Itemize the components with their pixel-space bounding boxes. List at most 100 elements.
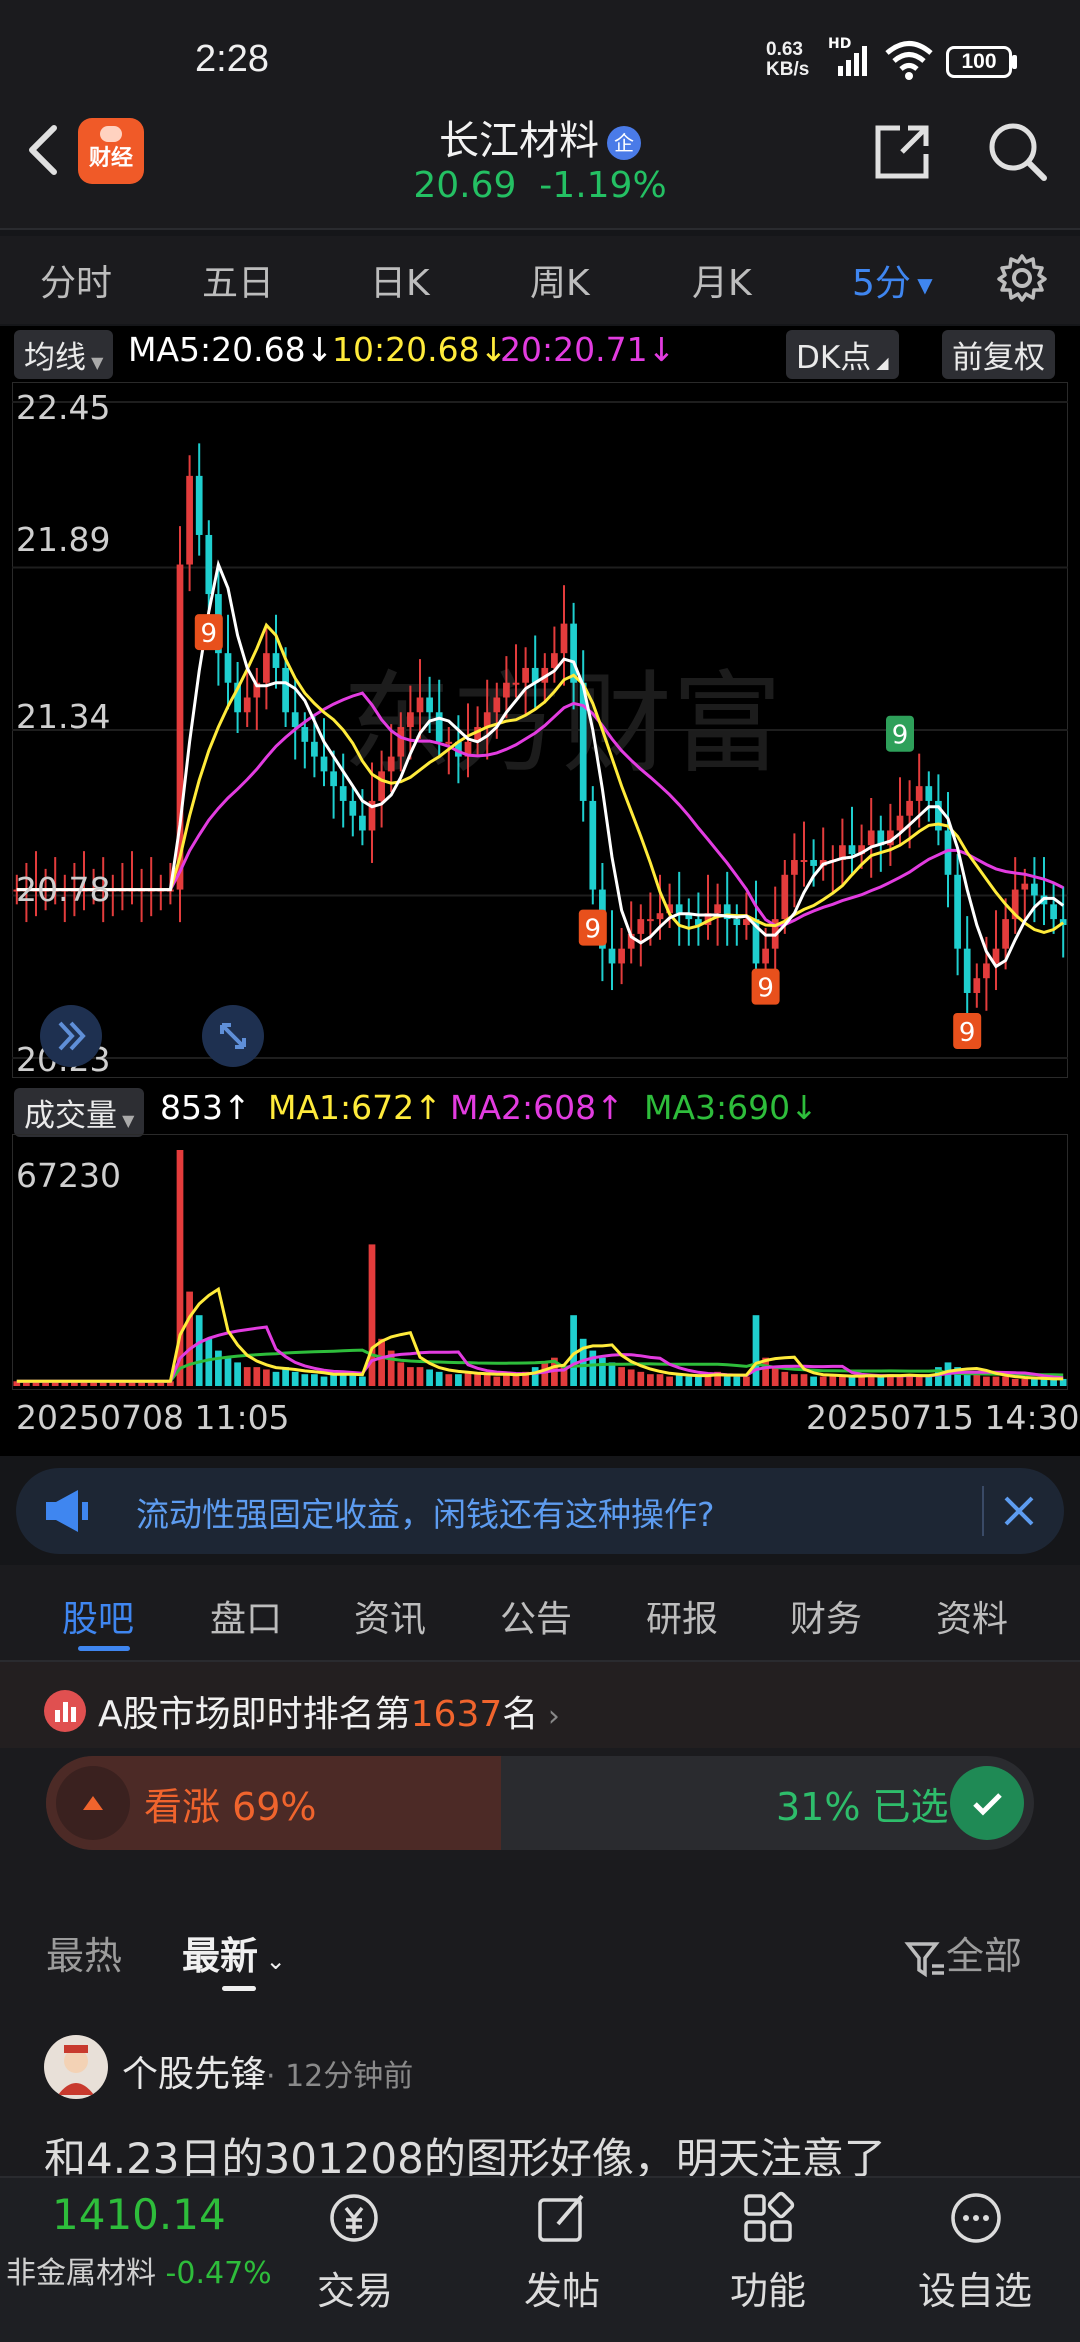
volume-bar: [397, 1362, 405, 1386]
candle-body: [359, 815, 366, 831]
volume-bar: [570, 1315, 577, 1386]
post-label[interactable]: 发帖: [487, 2260, 637, 2315]
volume-bar: [666, 1376, 673, 1386]
add-watchlist-label[interactable]: 设自选: [900, 2260, 1050, 2315]
candle-body: [714, 904, 721, 914]
news-tab-news[interactable]: 资讯: [354, 1590, 426, 1642]
filter-icon: [904, 1941, 944, 1977]
more-icon[interactable]: [948, 2190, 1004, 2246]
candle-body: [589, 800, 597, 890]
vol-ma1-label: MA1:672↑: [268, 1088, 442, 1127]
ranking-text[interactable]: A股市场即时排名第1637名 ›: [98, 1685, 560, 1737]
candle-body: [983, 963, 990, 979]
promo-banner[interactable]: 流动性强固定收益，闲钱还有这种操作?: [16, 1468, 1064, 1554]
scroll-latest-button[interactable]: [40, 1005, 102, 1067]
chart-settings-button[interactable]: [996, 252, 1048, 308]
volume-bar: [819, 1376, 827, 1386]
volume-bar: [877, 1376, 885, 1386]
volume-bar: [752, 1315, 760, 1386]
volume-bar: [1011, 1378, 1019, 1386]
dropdown-caret-icon: ▼: [910, 273, 933, 297]
filter-button[interactable]: 全部: [904, 1925, 1022, 1980]
candle-body: [675, 904, 683, 914]
trade-icon[interactable]: [326, 2190, 382, 2246]
volume-bar: [925, 1376, 933, 1386]
index-value[interactable]: 1410.14: [52, 2190, 226, 2239]
volume-bar: [915, 1376, 923, 1386]
tab-5min[interactable]: 5分 ▼: [852, 254, 933, 306]
post-author[interactable]: 个股先锋· 12分钟前: [122, 2045, 413, 2097]
tab-five-day[interactable]: 五日: [202, 254, 274, 306]
net-speed: 0.63 KB/s: [766, 39, 810, 80]
sort-new[interactable]: 最新 ⌄: [182, 1925, 286, 1980]
candle-body: [1021, 883, 1029, 890]
news-tab-profile[interactable]: 资料: [936, 1590, 1008, 1642]
candle-body: [810, 860, 817, 866]
news-tab-research[interactable]: 研报: [646, 1590, 718, 1642]
ma5-label: MA5:20.68↓: [128, 330, 334, 369]
selected-check-button[interactable]: [950, 1766, 1024, 1840]
candle-body: [291, 712, 299, 728]
volume-toggle[interactable]: 成交量 ▼: [14, 1088, 145, 1137]
search-button[interactable]: [986, 120, 1050, 188]
candle-body: [522, 667, 529, 683]
volume-bar: [455, 1374, 462, 1386]
candle-body: [560, 623, 568, 654]
volume-bar: [320, 1376, 328, 1386]
tab-day-k[interactable]: 日K: [370, 254, 430, 306]
sentiment-vote-bar[interactable]: 看涨 69% 31% 已选: [46, 1756, 1034, 1850]
signal-label: 9: [757, 974, 774, 1004]
apps-icon[interactable]: [740, 2190, 796, 2246]
tab-week-k[interactable]: 周K: [530, 254, 590, 306]
volume-bar: [195, 1315, 203, 1386]
index-info[interactable]: 非金属材料 -0.47%: [6, 2248, 272, 2292]
volume-chart[interactable]: [12, 1134, 1068, 1390]
check-icon: [973, 1793, 1002, 1816]
candle-body: [311, 741, 318, 757]
avatar[interactable]: [44, 2035, 108, 2099]
price-chart[interactable]: 东方财富 99999: [12, 382, 1068, 1078]
ma-toggle[interactable]: 均线 ▼: [14, 330, 114, 379]
candle-body: [925, 786, 933, 801]
volume-bar: [1021, 1378, 1029, 1386]
volume-bar: [503, 1374, 510, 1386]
candle-body: [387, 756, 395, 772]
volume-max-label: 67230: [16, 1156, 121, 1195]
adjust-button[interactable]: 前复权: [942, 330, 1055, 379]
trade-label[interactable]: 交易: [280, 2260, 430, 2315]
bull-button[interactable]: [56, 1766, 130, 1840]
tab-fenshi[interactable]: 分时: [40, 254, 112, 306]
volume-bar: [1002, 1376, 1009, 1386]
news-tab-finance[interactable]: 财务: [790, 1590, 862, 1642]
candle-body: [378, 771, 385, 801]
close-icon[interactable]: [1000, 1492, 1038, 1530]
news-tab-announcement[interactable]: 公告: [500, 1590, 572, 1642]
candle-body: [205, 534, 213, 595]
candle-body: [896, 815, 904, 831]
volume-bar: [253, 1367, 261, 1386]
news-tab-guba[interactable]: 股吧: [62, 1590, 134, 1642]
tab-month-k[interactable]: 月K: [692, 254, 752, 306]
volume-bar: [234, 1362, 241, 1386]
candle-body: [349, 800, 357, 816]
chevron-right-icon: ›: [538, 1699, 560, 1734]
volume-bar: [839, 1376, 846, 1386]
compose-icon[interactable]: [534, 2190, 590, 2246]
volume-bar: [723, 1376, 731, 1386]
volume-bar: [675, 1374, 683, 1386]
fullscreen-button[interactable]: [202, 1005, 264, 1067]
volume-bar: [589, 1350, 597, 1386]
candle-body: [195, 475, 203, 535]
dk-point-button[interactable]: DK点 ◢: [786, 330, 899, 379]
functions-label[interactable]: 功能: [693, 2260, 843, 2315]
volume-bar: [541, 1362, 549, 1386]
y-tick-3: 20.78: [16, 870, 111, 909]
candle-body: [426, 697, 433, 713]
ma10-label: 10:20.68↓: [332, 330, 508, 369]
sort-hot[interactable]: 最热: [46, 1925, 122, 1980]
volume-bar: [992, 1376, 1000, 1386]
volume-bar: [349, 1374, 357, 1386]
news-tab-pankou[interactable]: 盘口: [210, 1590, 282, 1642]
candle-body: [493, 697, 501, 713]
share-button[interactable]: [872, 122, 932, 186]
